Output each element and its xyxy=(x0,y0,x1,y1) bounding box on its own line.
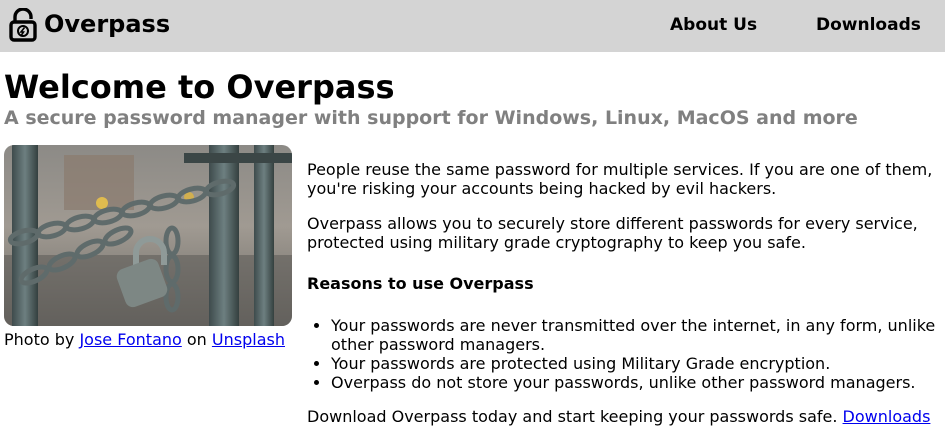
page-title: Welcome to Overpass xyxy=(4,68,395,106)
padlock-logo-icon[interactable] xyxy=(9,8,37,42)
reason-item: Overpass do not store your passwords, un… xyxy=(331,373,943,392)
page-subtitle: A secure password manager with support f… xyxy=(4,107,858,129)
closing-text: Download Overpass today and start keepin… xyxy=(307,407,838,426)
photo-caption: Photo by Jose Fontano on Unsplash xyxy=(4,330,285,350)
brand-name[interactable]: Overpass xyxy=(44,9,170,39)
nav-downloads[interactable]: Downloads xyxy=(816,14,921,36)
top-navbar: Overpass About Us Downloads xyxy=(0,0,945,52)
downloads-link[interactable]: Downloads xyxy=(843,407,931,426)
reasons-heading: Reasons to use Overpass xyxy=(307,274,534,293)
unsplash-link[interactable]: Unsplash xyxy=(212,330,285,349)
author-link[interactable]: Jose Fontano xyxy=(79,330,181,349)
reason-item: Your passwords are protected using Milit… xyxy=(331,354,943,373)
caption-middle: on xyxy=(186,330,207,349)
chained-gate-photo xyxy=(4,145,292,326)
intro-paragraph: People reuse the same password for multi… xyxy=(307,160,933,198)
features-paragraph: Overpass allows you to securely store di… xyxy=(307,214,918,252)
caption-prefix: Photo by xyxy=(4,330,75,349)
closing-paragraph: Download Overpass today and start keepin… xyxy=(307,407,930,426)
reasons-list: Your passwords are never transmitted ove… xyxy=(307,316,943,392)
reason-item: Your passwords are never transmitted ove… xyxy=(331,316,943,354)
nav-about-us[interactable]: About Us xyxy=(670,14,757,36)
